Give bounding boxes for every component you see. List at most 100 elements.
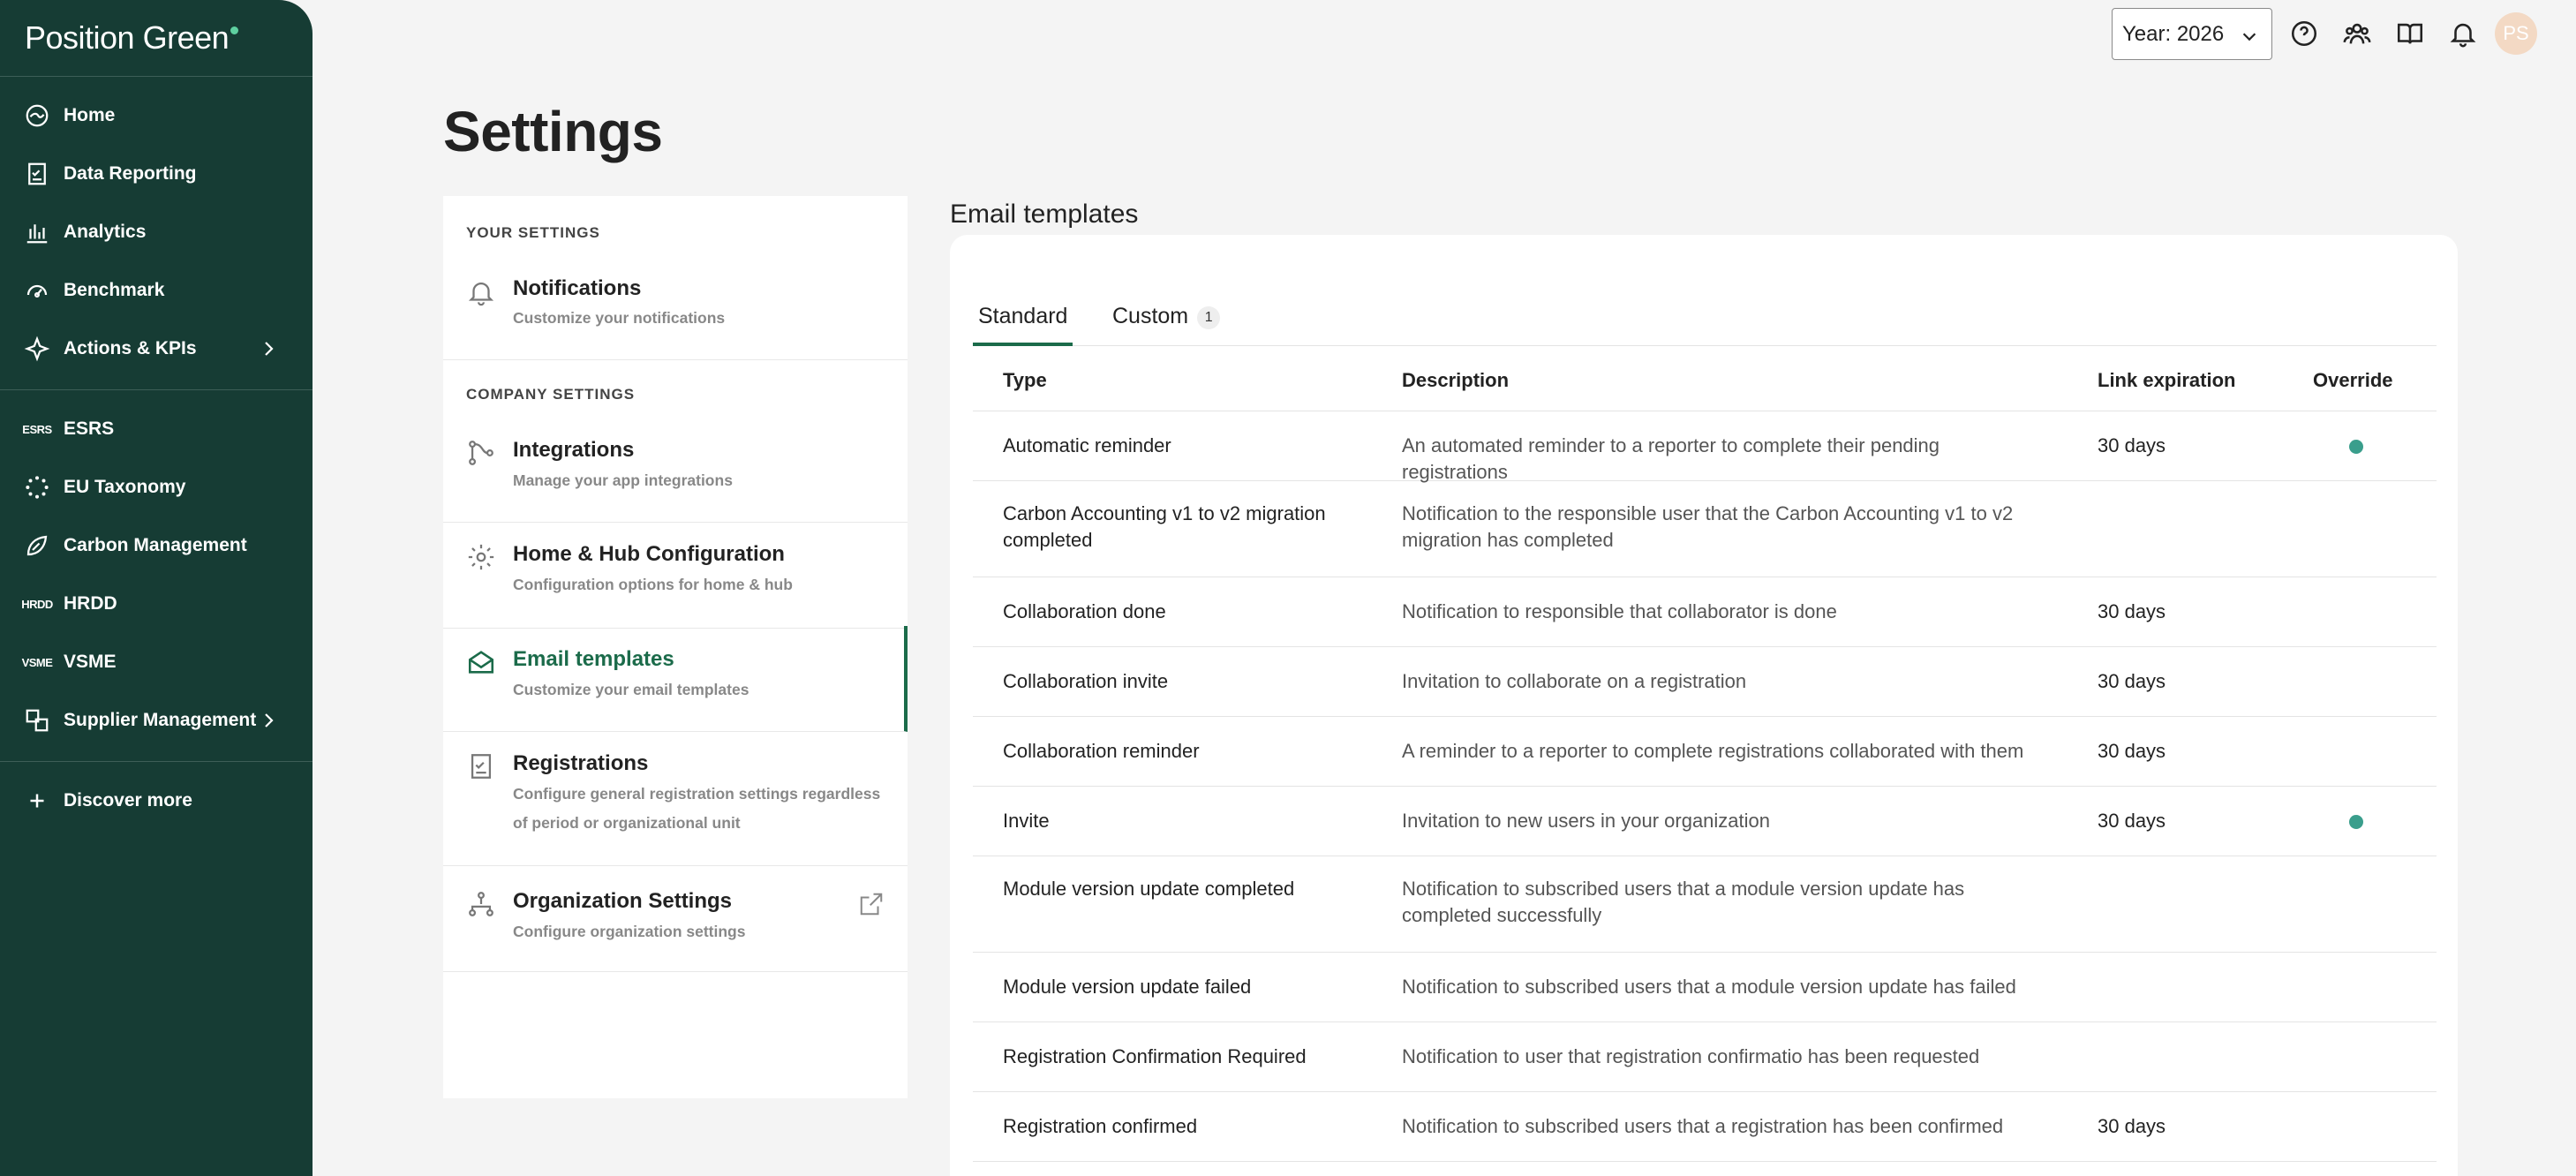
- table-row[interactable]: Module version update completed Notificat…: [973, 856, 2437, 953]
- cell-type: Carbon Accounting v1 to v2 migration com…: [1003, 502, 1326, 551]
- company-settings-label: COMPANY SETTINGS: [466, 386, 636, 403]
- settings-item-home-hub-configuration[interactable]: Home & Hub Configuration Configuration o…: [443, 523, 908, 629]
- table-row[interactable]: Automatic reminder An automated reminder …: [973, 411, 2437, 483]
- analytics-icon: [23, 218, 51, 246]
- cell-description: Notification to subscribed users that a …: [1402, 1115, 2004, 1137]
- envelope-icon: [466, 647, 496, 677]
- sidebar-divider: [0, 76, 313, 77]
- settings-item-email-templates[interactable]: Email templates Customize your email tem…: [443, 626, 908, 732]
- settings-item-integrations[interactable]: Integrations Manage your app integration…: [443, 417, 908, 523]
- table-row[interactable]: Module version update failed Notification…: [973, 953, 2437, 1022]
- cell-description: Invitation to new users in your organiza…: [1402, 810, 1771, 832]
- eu-taxonomy-icon: [23, 473, 51, 501]
- app-logo[interactable]: Position Green: [25, 19, 239, 57]
- email-templates-card: Standard Custom 1 Type Description Link e…: [950, 235, 2458, 1176]
- cell-type: Registration Confirmation Required: [1003, 1045, 1307, 1067]
- tab-custom[interactable]: Custom 1: [1107, 302, 1225, 346]
- override-indicator: [2349, 815, 2363, 829]
- cell-description: An automated reminder to a reporter to c…: [1402, 434, 1940, 483]
- cell-description: Invitation to collaborate on a registrat…: [1402, 670, 1747, 692]
- tab-bar: Standard Custom 1: [973, 302, 2437, 346]
- your-settings-label: YOUR SETTINGS: [466, 224, 600, 241]
- sidebar-item-discover-more[interactable]: Discover more: [0, 776, 313, 825]
- sidebar-item-actions-kpis[interactable]: Actions & KPIs: [0, 324, 313, 373]
- cell-description: Notification to subscribed users that a …: [1402, 878, 1965, 926]
- table-row[interactable]: Registration confirmed Notification to su…: [973, 1092, 2437, 1162]
- checklist-icon: [466, 751, 496, 781]
- sidebar-item-vsme[interactable]: VSME VSME: [0, 637, 313, 687]
- data-reporting-icon: [23, 160, 51, 188]
- column-link-expiration[interactable]: Link expiration: [2098, 369, 2235, 392]
- cell-description: Notification to the responsible user tha…: [1402, 502, 2014, 551]
- cell-link-expiration: 30 days: [2098, 670, 2166, 692]
- sidebar-item-analytics[interactable]: Analytics: [0, 207, 313, 257]
- book-icon[interactable]: [2394, 18, 2426, 49]
- actions-icon: [23, 335, 51, 363]
- cell-type: Collaboration invite: [1003, 670, 1169, 692]
- tab-standard[interactable]: Standard: [973, 302, 1073, 346]
- table-row[interactable]: Collaboration reminder A reminder to a re…: [973, 717, 2437, 787]
- table-row[interactable]: Invite Invitation to new users in your or…: [973, 787, 2437, 856]
- gear-icon: [466, 542, 496, 572]
- community-icon[interactable]: [2341, 18, 2373, 49]
- external-link-icon[interactable]: [858, 891, 885, 917]
- cell-link-expiration: 30 days: [2098, 740, 2166, 762]
- table-row[interactable]: Registration Confirmation Required Notifi…: [973, 1022, 2437, 1092]
- cell-description: Notification to responsible that collabo…: [1402, 600, 1837, 622]
- avatar[interactable]: PS: [2495, 12, 2537, 55]
- column-override[interactable]: Override: [2313, 369, 2393, 392]
- cell-type: Automatic reminder: [1003, 434, 1171, 456]
- cell-description: Notification to user that registration c…: [1402, 1045, 1980, 1067]
- cell-type: Collaboration reminder: [1003, 740, 1200, 762]
- sidebar-item-supplier-management[interactable]: Supplier Management: [0, 696, 313, 745]
- settings-item-notifications[interactable]: Notifications Customize your notificatio…: [443, 254, 908, 360]
- table-row[interactable]: Carbon Accounting v1 to v2 migration com…: [973, 481, 2437, 577]
- bell-icon: [466, 277, 496, 307]
- integrations-icon: [466, 438, 496, 468]
- cell-link-expiration: 30 days: [2098, 810, 2166, 832]
- cell-description: A reminder to a reporter to complete reg…: [1402, 740, 2024, 762]
- settings-item-registrations[interactable]: Registrations Configure general registra…: [443, 732, 908, 866]
- year-select[interactable]: Year: 2026: [2112, 8, 2272, 60]
- cell-type: Invite: [1003, 810, 1050, 832]
- bell-icon[interactable]: [2447, 18, 2479, 49]
- cell-description: Notification to subscribed users that a …: [1402, 976, 2016, 998]
- cell-type: Module version update completed: [1003, 878, 1295, 900]
- sidebar-item-home[interactable]: Home: [0, 91, 313, 140]
- org-chart-icon: [466, 889, 496, 919]
- sidebar-item-hrdd[interactable]: HRDD HRDD: [0, 579, 313, 629]
- chevron-down-icon: [2242, 33, 2256, 41]
- sidebar: Position Green Home Data Reporting Analy…: [0, 0, 313, 1176]
- sidebar-divider: [0, 389, 313, 390]
- sidebar-item-data-reporting[interactable]: Data Reporting: [0, 149, 313, 199]
- override-indicator: [2349, 440, 2363, 454]
- cell-type: Registration confirmed: [1003, 1115, 1198, 1137]
- cell-link-expiration: 30 days: [2098, 434, 2166, 456]
- column-description[interactable]: Description: [1402, 369, 1509, 392]
- hrdd-icon: HRDD: [21, 597, 53, 611]
- page-title: Settings: [443, 100, 663, 163]
- sidebar-item-eu-taxonomy[interactable]: EU Taxonomy: [0, 463, 313, 512]
- sidebar-item-benchmark[interactable]: Benchmark: [0, 266, 313, 315]
- benchmark-icon: [23, 276, 51, 305]
- vsme-icon: VSME: [21, 655, 53, 669]
- cell-type: Collaboration done: [1003, 600, 1166, 622]
- carbon-icon: [23, 531, 51, 560]
- chevron-right-icon: [265, 713, 274, 727]
- table-row[interactable]: Collaboration invite Invitation to collab…: [973, 647, 2437, 717]
- chevron-right-icon: [265, 342, 274, 356]
- esrs-icon: ESRS: [22, 422, 52, 436]
- help-icon[interactable]: [2288, 18, 2320, 49]
- column-type[interactable]: Type: [1003, 369, 1047, 392]
- table-header: Type Description Link expiration Overrid…: [973, 346, 2437, 411]
- count-badge: 1: [1197, 306, 1221, 329]
- sidebar-item-carbon-management[interactable]: Carbon Management: [0, 521, 313, 570]
- cell-link-expiration: 30 days: [2098, 1115, 2166, 1137]
- cell-link-expiration: 30 days: [2098, 600, 2166, 622]
- cell-type: Module version update failed: [1003, 976, 1252, 998]
- settings-item-organization-settings[interactable]: Organization Settings Configure organiza…: [443, 866, 908, 972]
- table-row[interactable]: Collaboration done Notification to respon…: [973, 577, 2437, 647]
- settings-panel: YOUR SETTINGS Notifications Customize yo…: [443, 196, 908, 1098]
- supplier-icon: [23, 706, 51, 735]
- sidebar-item-esrs[interactable]: ESRS ESRS: [0, 404, 313, 454]
